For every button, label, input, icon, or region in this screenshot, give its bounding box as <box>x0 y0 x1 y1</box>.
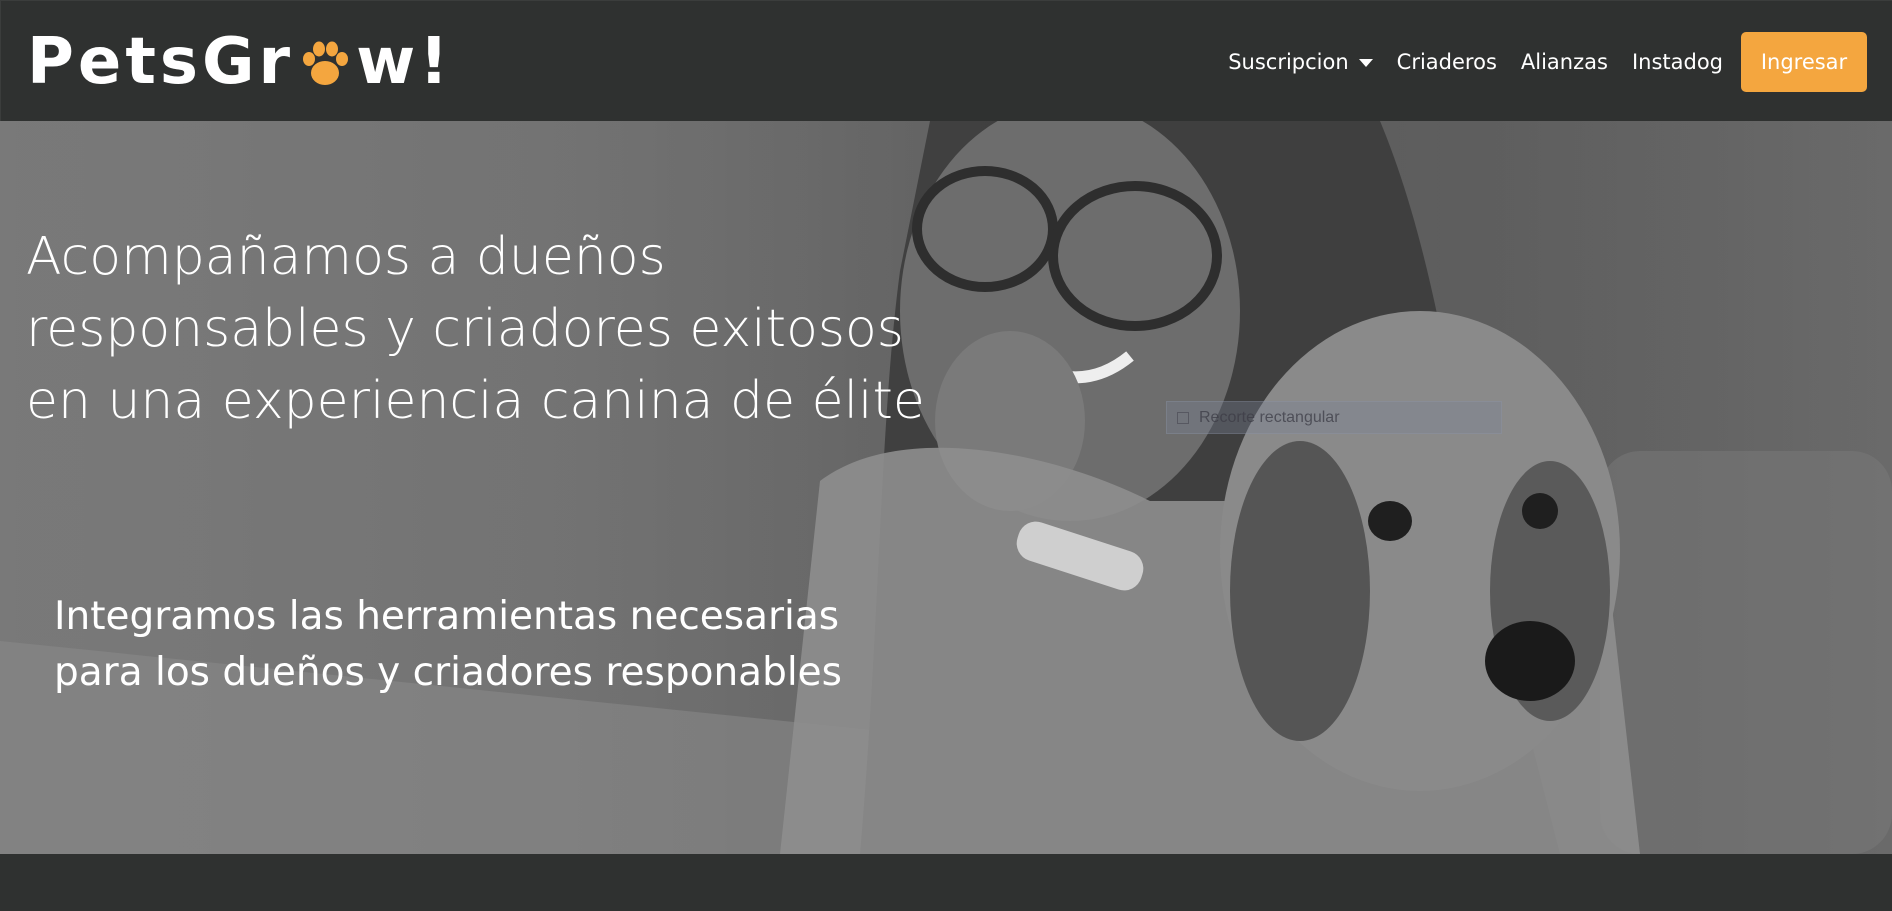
login-button[interactable]: Ingresar <box>1741 31 1867 92</box>
brand-logo[interactable]: PetsGr w! <box>27 27 452 97</box>
main-nav: Suscripcion Criaderos Alianzas Instadog … <box>1228 1 1892 122</box>
caret-down-icon <box>1358 58 1373 67</box>
hero-subtitle: Integramos las herramientas necesarias p… <box>54 589 954 701</box>
nav-item-alianzas[interactable]: Alianzas <box>1521 50 1608 74</box>
nav-item-suscripcion[interactable]: Suscripcion <box>1228 49 1373 74</box>
nav-item-criaderos[interactable]: Criaderos <box>1397 50 1497 74</box>
rectangle-snip-icon <box>1177 411 1189 424</box>
navbar: PetsGr w! Suscripcion Criaderos Alianzas… <box>0 0 1892 121</box>
nav-item-label: Instadog <box>1631 49 1723 74</box>
hero-title: Acompañamos a dueños responsables y cria… <box>26 221 986 437</box>
nav-item-label: Alianzas <box>1520 49 1608 74</box>
snip-tool-tooltip: Recorte rectangular <box>1166 401 1502 434</box>
hero-title-line: responsables y criadores exitosos <box>26 299 904 359</box>
hero-title-line: Acompañamos a dueños <box>26 227 666 287</box>
nav-item-label: Criaderos <box>1396 49 1497 74</box>
logo-text-end: w! <box>356 25 453 99</box>
hero-subtitle-line: para los dueños y criadores responables <box>54 650 842 695</box>
nav-item-label: Suscripcion <box>1228 49 1349 74</box>
tooltip-label: Recorte rectangular <box>1199 408 1340 426</box>
page-bottom-strip <box>0 854 1892 911</box>
hero-banner: Acompañamos a dueños responsables y cria… <box>0 121 1892 854</box>
nav-item-instadog[interactable]: Instadog <box>1632 50 1723 74</box>
paw-icon <box>296 35 354 93</box>
hero-title-line: en una experiencia canina de élite <box>26 371 925 431</box>
hero-subtitle-line: Integramos las herramientas necesarias <box>54 594 840 639</box>
logo-text-start: PetsGr <box>27 25 295 99</box>
